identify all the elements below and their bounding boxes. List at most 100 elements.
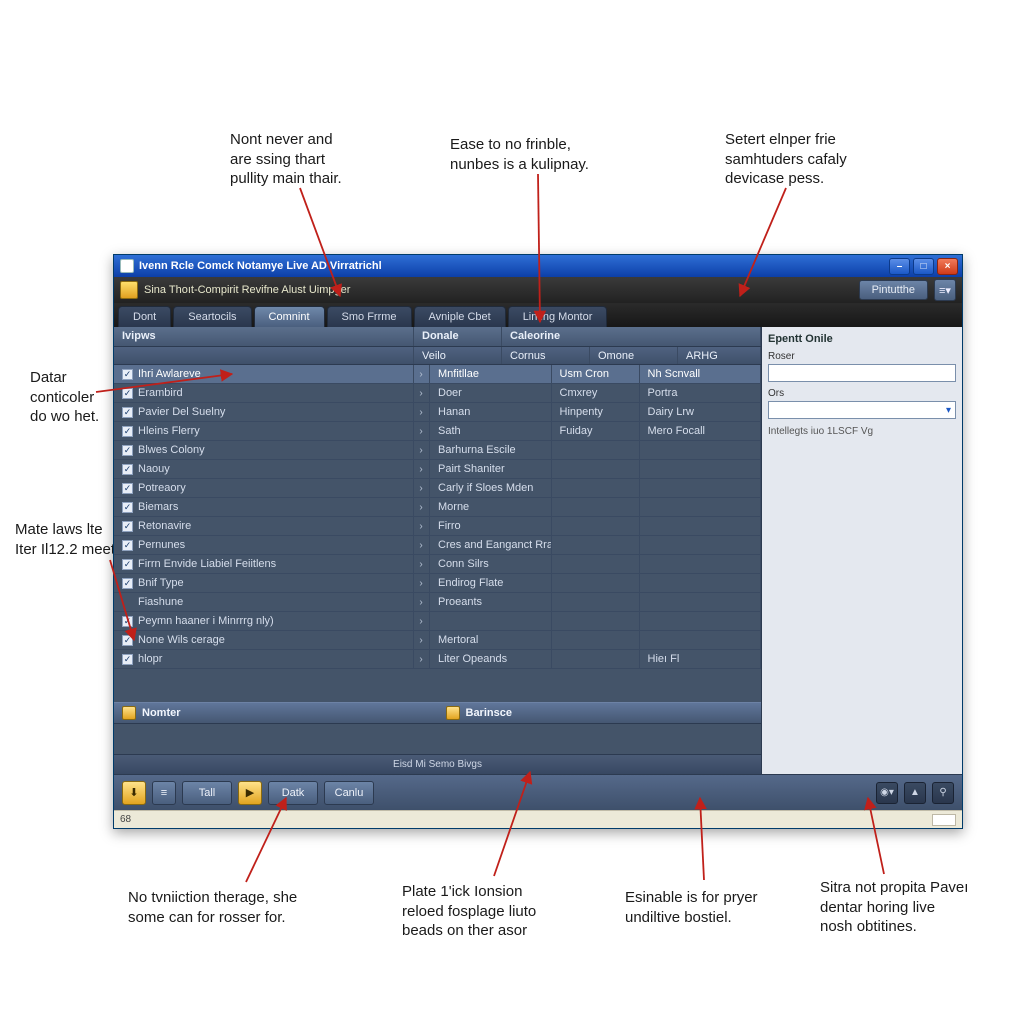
row-checkbox[interactable]: ✓ (122, 407, 133, 418)
expand-icon[interactable]: › (414, 536, 430, 554)
cell-details: Cres and Eanganct Rratirc (430, 536, 552, 554)
tab-avniple-cbet[interactable]: Avniple Cbet (414, 306, 506, 327)
field-ors-input[interactable]: ▾ (768, 401, 956, 419)
tab-seartocils[interactable]: Seartocils (173, 306, 251, 327)
row-checkbox[interactable]: ✓ (122, 369, 133, 380)
subcol-cornus[interactable]: Cornus (502, 347, 590, 364)
bb-icon-2[interactable]: ≡ (152, 781, 176, 805)
row-checkbox[interactable]: ✓ (122, 445, 133, 456)
table-status-strip: Eisd Mi Semo Bivgs (114, 754, 761, 774)
row-checkbox[interactable]: ✓ (122, 654, 133, 665)
expand-icon[interactable]: › (414, 460, 430, 478)
table-row[interactable]: ✓Biemars›Morne (114, 498, 761, 517)
expand-icon[interactable]: › (414, 384, 430, 402)
close-button[interactable]: × (937, 258, 958, 275)
col-details[interactable]: Donale (414, 327, 502, 346)
minimize-button[interactable]: – (889, 258, 910, 275)
cell-also (640, 460, 762, 478)
bb-mini-3[interactable]: ⚲ (932, 782, 954, 804)
section-nomter[interactable]: Nomter (114, 702, 438, 724)
expand-icon[interactable]: › (414, 403, 430, 421)
cell-details: Carly if Sloes Mden (430, 479, 552, 497)
cell-name: Fiashune (114, 593, 414, 611)
cell-also: Hieı Fl (640, 650, 762, 668)
table-body: ✓Ihri Awlareve›MnfitllaeUsm CronNh Scnva… (114, 365, 761, 702)
row-checkbox[interactable]: ✓ (122, 464, 133, 475)
tab-dont[interactable]: Dont (118, 306, 171, 327)
tab-linting-montor[interactable]: Linting Montor (508, 306, 608, 327)
expand-icon[interactable]: › (414, 631, 430, 649)
cell-owner (552, 536, 640, 554)
table-row[interactable]: ✓Bnif Type›Endirog Flate (114, 574, 761, 593)
row-checkbox[interactable]: ✓ (122, 635, 133, 646)
bb-cancel[interactable]: Canlu (324, 781, 374, 805)
expand-icon[interactable]: › (414, 612, 430, 630)
expand-icon[interactable]: › (414, 365, 430, 383)
table-row[interactable]: ✓None Wils cerage›Mertoral (114, 631, 761, 650)
row-name-text: Erambird (138, 387, 183, 399)
titlebar[interactable]: Ivenn Rcle Comck Notamye Live AD Virratr… (114, 255, 962, 277)
statusbar: 68 (114, 810, 962, 828)
row-checkbox[interactable]: ✓ (122, 502, 133, 513)
bb-mini-1[interactable]: ◉▾ (876, 782, 898, 804)
bb-icon-3[interactable]: ▶ (238, 781, 262, 805)
row-checkbox[interactable]: ✓ (122, 426, 133, 437)
table-row[interactable]: ✓Potreaory›Carly if Sloes Mden (114, 479, 761, 498)
row-checkbox[interactable]: ✓ (122, 578, 133, 589)
bb-icon-1[interactable]: ⬇ (122, 781, 146, 805)
maximize-button[interactable]: □ (913, 258, 934, 275)
col-name[interactable]: Ivipws (114, 327, 414, 346)
expand-icon[interactable]: › (414, 422, 430, 440)
table-row[interactable]: ✓Pernunes›Cres and Eanganct Rratirc (114, 536, 761, 555)
table-row[interactable]: ✓Erambird›DoerCmxreyPortra (114, 384, 761, 403)
tab-comnint[interactable]: Comnint (254, 306, 325, 327)
tab-smo-frrme[interactable]: Smo Frrme (327, 306, 412, 327)
row-checkbox[interactable]: ✓ (122, 540, 133, 551)
row-checkbox[interactable]: ✓ (122, 388, 133, 399)
row-checkbox[interactable]: ✓ (122, 521, 133, 532)
table-row[interactable]: ✓Blwes Colony›Barhurna Escile (114, 441, 761, 460)
cell-owner: Fuiday (552, 422, 640, 440)
table-row[interactable]: Fiashune›Proeants (114, 593, 761, 612)
cell-name: ✓Peymn haaner i Minrrrg nly) (114, 612, 414, 630)
expand-icon[interactable]: › (414, 517, 430, 535)
bb-back[interactable]: Datk (268, 781, 318, 805)
cell-also (640, 498, 762, 516)
table-row[interactable]: ✓Firrn Envide Liabiel Feiitlens›Conn Sil… (114, 555, 761, 574)
expand-icon[interactable]: › (414, 479, 430, 497)
cell-details: Firro (430, 517, 552, 535)
table-row[interactable]: ✓Hleins Flerry›SathFuidayMero Focall (114, 422, 761, 441)
window-title: Ivenn Rcle Comck Notamye Live AD Virratr… (139, 260, 889, 272)
table-row[interactable]: ✓Ihri Awlareve›MnfitllaeUsm CronNh Scnva… (114, 365, 761, 384)
cell-details: Mertoral (430, 631, 552, 649)
field-roser-input[interactable] (768, 364, 956, 382)
table-row[interactable]: ✓Peymn haaner i Minrrrg nly)› (114, 612, 761, 631)
header-action-button[interactable]: Pintutthe (859, 280, 928, 300)
cell-owner (552, 612, 640, 630)
bb-mini-2[interactable]: ▲ (904, 782, 926, 804)
expand-icon[interactable]: › (414, 441, 430, 459)
expand-icon[interactable]: › (414, 650, 430, 668)
table-row[interactable]: ✓hlopr›Liter OpeandsHieı Fl (114, 650, 761, 669)
subcol-veilo[interactable]: Veilo (414, 347, 502, 364)
table-row[interactable]: ✓Retonavire›Firro (114, 517, 761, 536)
row-checkbox[interactable]: ✓ (122, 483, 133, 494)
cell-details: Endirog Flate (430, 574, 552, 592)
expand-icon[interactable]: › (414, 498, 430, 516)
subcol-omone[interactable]: Omone (590, 347, 678, 364)
section-barinsce[interactable]: Barinsce (438, 702, 762, 724)
subcol-arhg[interactable]: ARHG (678, 347, 761, 364)
table-row[interactable]: ✓Pavier Del Suelny›HananHinpentyDairy Lr… (114, 403, 761, 422)
row-checkbox[interactable]: ✓ (122, 616, 133, 627)
bb-tally[interactable]: Tall (182, 781, 232, 805)
cell-name: ✓Pavier Del Suelny (114, 403, 414, 421)
expand-icon[interactable]: › (414, 555, 430, 573)
header-dropdown-button[interactable]: ≡▾ (934, 279, 956, 301)
cell-name: ✓Ihri Awlareve (114, 365, 414, 383)
expand-icon[interactable]: › (414, 593, 430, 611)
cell-details: Barhurna Escile (430, 441, 552, 459)
row-checkbox[interactable]: ✓ (122, 559, 133, 570)
table-row[interactable]: ✓Naouy›Pairt Shaniter (114, 460, 761, 479)
col-owner[interactable]: Caleorine (502, 327, 761, 346)
expand-icon[interactable]: › (414, 574, 430, 592)
